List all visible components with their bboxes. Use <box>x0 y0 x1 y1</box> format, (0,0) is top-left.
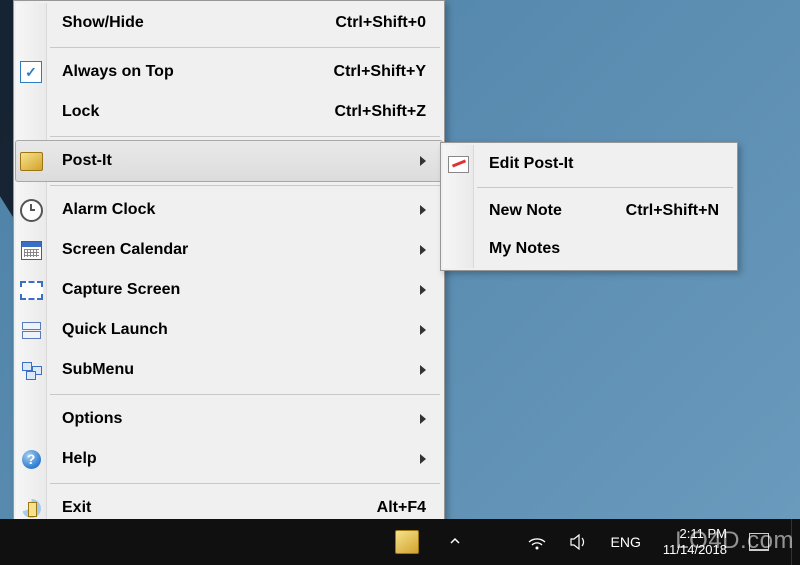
menu-item-capture-screen[interactable]: Capture Screen <box>16 270 442 310</box>
submenu-icon <box>16 362 46 379</box>
taskbar-clock[interactable]: 2:11 PM 11/14/2018 <box>663 526 727 558</box>
menu-item-always-on-top[interactable]: ✓ Always on Top Ctrl+Shift+Y <box>16 52 442 92</box>
taskbar-app-icon[interactable] <box>395 530 419 554</box>
menu-item-label: Capture Screen <box>46 281 402 299</box>
submenu-arrow-icon <box>420 156 426 166</box>
menu-item-label: Screen Calendar <box>46 241 402 259</box>
menu-separator <box>50 483 440 484</box>
menu-item-submenu[interactable]: SubMenu <box>16 350 442 390</box>
submenu-arrow-icon <box>420 414 426 424</box>
menu-item-shortcut: Ctrl+Shift+Y <box>314 63 426 81</box>
taskbar-time: 2:11 PM <box>663 526 727 542</box>
show-desktop-button[interactable] <box>791 519 792 565</box>
help-icon: ? <box>16 450 46 469</box>
menu-item-label: Alarm Clock <box>46 201 402 219</box>
tray-overflow-button[interactable] <box>449 535 461 550</box>
edit-pencil-icon <box>443 156 473 173</box>
menu-item-show-hide[interactable]: Show/Hide Ctrl+Shift+0 <box>16 3 442 43</box>
menu-item-screen-calendar[interactable]: Screen Calendar <box>16 230 442 270</box>
menu-item-label: Quick Launch <box>46 321 402 339</box>
menu-item-shortcut: Alt+F4 <box>357 499 426 517</box>
menu-item-label: New Note <box>473 202 606 220</box>
menu-item-alarm-clock[interactable]: Alarm Clock <box>16 190 442 230</box>
wifi-icon[interactable] <box>527 534 547 550</box>
calendar-icon <box>16 241 46 260</box>
menu-item-label: My Notes <box>473 240 719 258</box>
menu-item-options[interactable]: Options <box>16 399 442 439</box>
windows-taskbar: ENG 2:11 PM 11/14/2018 <box>0 519 800 565</box>
menu-item-help[interactable]: ? Help <box>16 439 442 479</box>
menu-item-label: Post-It <box>46 152 402 170</box>
menu-item-lock[interactable]: Lock Ctrl+Shift+Z <box>16 92 442 132</box>
menu-item-shortcut: Ctrl+Shift+N <box>606 202 719 220</box>
postit-submenu: Edit Post-It New Note Ctrl+Shift+N My No… <box>440 142 738 271</box>
menu-separator <box>50 394 440 395</box>
menu-separator <box>50 185 440 186</box>
submenu-item-my-notes[interactable]: My Notes <box>443 230 735 268</box>
submenu-arrow-icon <box>420 325 426 335</box>
postit-icon <box>16 152 46 171</box>
menu-item-label: Exit <box>46 499 357 517</box>
menu-item-label: Edit Post-It <box>473 155 719 173</box>
taskbar-date: 11/14/2018 <box>663 542 727 558</box>
menu-item-label: Always on Top <box>46 63 314 81</box>
alarm-clock-icon <box>16 199 46 222</box>
menu-separator <box>477 187 733 188</box>
checkbox-checked-icon: ✓ <box>16 61 46 83</box>
quick-launch-icon <box>16 322 46 339</box>
submenu-arrow-icon <box>420 454 426 464</box>
capture-icon <box>16 281 46 300</box>
submenu-arrow-icon <box>420 245 426 255</box>
menu-item-label: Help <box>46 450 402 468</box>
exit-icon <box>16 499 46 518</box>
submenu-item-new-note[interactable]: New Note Ctrl+Shift+N <box>443 192 735 230</box>
language-indicator[interactable]: ENG <box>611 534 641 550</box>
menu-item-label: SubMenu <box>46 361 402 379</box>
menu-item-label: Show/Hide <box>46 14 315 32</box>
submenu-item-edit-post-it[interactable]: Edit Post-It <box>443 145 735 183</box>
menu-item-label: Options <box>46 410 402 428</box>
submenu-arrow-icon <box>420 365 426 375</box>
tray-context-menu: Show/Hide Ctrl+Shift+0 ✓ Always on Top C… <box>13 0 445 531</box>
volume-icon[interactable] <box>569 534 589 550</box>
menu-item-label: Lock <box>46 103 314 121</box>
menu-item-quick-launch[interactable]: Quick Launch <box>16 310 442 350</box>
menu-separator <box>50 47 440 48</box>
menu-item-post-it[interactable]: Post-It <box>15 140 443 182</box>
menu-separator <box>50 136 440 137</box>
menu-item-shortcut: Ctrl+Shift+0 <box>315 14 426 32</box>
submenu-arrow-icon <box>420 205 426 215</box>
menu-item-shortcut: Ctrl+Shift+Z <box>314 103 426 121</box>
action-center-icon[interactable] <box>749 533 769 551</box>
submenu-arrow-icon <box>420 285 426 295</box>
